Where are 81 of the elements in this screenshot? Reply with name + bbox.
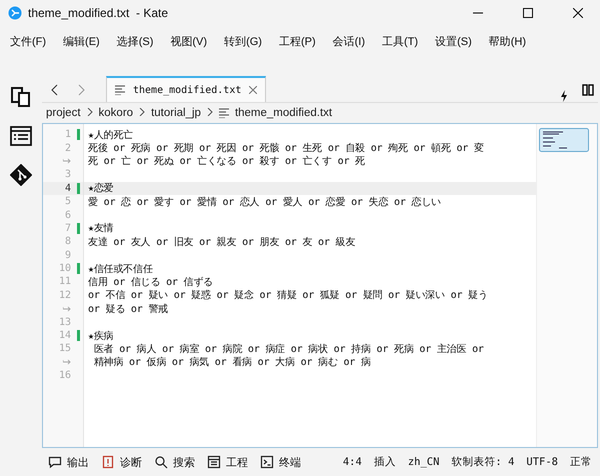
- line-number: 12: [58, 290, 71, 301]
- file-tab[interactable]: theme_modified.txt: [106, 76, 266, 102]
- toolview-button[interactable]: 工程: [207, 454, 248, 470]
- lightning-icon[interactable]: [560, 90, 568, 102]
- toolview-button[interactable]: 终端: [260, 454, 301, 470]
- chevron-icon: [139, 107, 146, 119]
- chevron-right-icon: [78, 84, 86, 96]
- search-icon: [154, 455, 168, 469]
- line-number: 10: [58, 263, 71, 274]
- minimap-viewport[interactable]: [539, 128, 589, 152]
- status-item[interactable]: 插入: [374, 455, 396, 469]
- code-line: 友達 or 友人 or 旧友 or 親友 or 朋友 or 友 or 級友: [88, 236, 356, 249]
- menu-item[interactable]: 视图(V): [164, 34, 214, 48]
- code-line: 信用 or 信じる or 信ずる: [88, 276, 213, 289]
- text-file-icon: [115, 85, 125, 95]
- line-number: 3: [64, 169, 71, 180]
- line-number: 9: [64, 250, 71, 261]
- line-number: 14: [58, 330, 71, 342]
- menu-item[interactable]: 编辑(E): [57, 34, 106, 48]
- menu-item[interactable]: 设置(S): [429, 34, 478, 48]
- line-number: 2: [64, 142, 71, 154]
- code-line: ★友情: [88, 222, 114, 236]
- toolview-button[interactable]: 输出: [48, 454, 89, 470]
- line-number: 16: [58, 370, 71, 382]
- status-item[interactable]: 4:4: [342, 456, 362, 468]
- app-logo-icon: [8, 6, 22, 20]
- chevron-left-icon: [50, 84, 58, 96]
- menu-item[interactable]: 选择(S): [110, 34, 160, 48]
- chevron-icon: [206, 107, 213, 119]
- code-line: or 不信 or 疑い or 疑惑 or 疑念 or 猜疑 or 狐疑 or 疑問 or 疑い深い or 疑う: [88, 288, 488, 302]
- breadcrumb-item[interactable]: project: [46, 107, 81, 119]
- code-line: 死 or 亡 or 死ぬ or 亡くなる or 殺す or 亡くす or 死: [88, 154, 365, 168]
- close-icon[interactable]: [249, 86, 258, 94]
- line-number: 13: [58, 316, 71, 328]
- code-line: ★疾病: [88, 330, 114, 343]
- code-line: 愛 or 恋 or 愛す or 愛情 or 恋人 or 愛人 or 恋愛 or 失恋 or 恋しい: [88, 196, 441, 209]
- status-item[interactable]: 软制表符: 4: [451, 455, 514, 469]
- wrap-icon: [63, 158, 71, 164]
- line-number: 1: [64, 129, 71, 140]
- toolview-button[interactable]: 搜索: [154, 454, 195, 470]
- menu-item[interactable]: 会话(I): [326, 34, 372, 48]
- menu-item[interactable]: 转到(G): [218, 34, 268, 48]
- comment-icon: [48, 455, 62, 469]
- text-file-icon: [218, 108, 229, 118]
- breadcrumb-item[interactable]: kokoro: [98, 107, 134, 119]
- close-icon: [573, 8, 583, 18]
- documents-icon[interactable]: [10, 86, 32, 108]
- menu-item[interactable]: 文件(F): [4, 34, 52, 48]
- status-item[interactable]: zh_CN: [408, 456, 440, 468]
- code-line: 医者 or 病人 or 病室 or 病院 or 病症 or 病状 or 持病 or 死病 or 主治医 or: [92, 342, 484, 356]
- wrap-icon: [63, 359, 71, 366]
- terminal-icon: [260, 455, 274, 469]
- code-line: 精神病 or 仮病 or 病気 or 看病 or 大病 or 病む or 病: [92, 356, 371, 370]
- status-item[interactable]: 正常: [570, 455, 592, 469]
- line-number: 7: [64, 222, 71, 234]
- maximize-icon: [523, 8, 533, 18]
- line-number: 15: [58, 343, 71, 354]
- menu-item[interactable]: 工具(T): [376, 34, 424, 48]
- window-title: theme_modified.txt - Kate: [28, 6, 170, 20]
- breadcrumb-item[interactable]: theme_modified.txt: [234, 107, 332, 119]
- status-item[interactable]: UTF-8: [526, 456, 558, 468]
- list-icon: [207, 455, 221, 469]
- chevron-icon: [86, 107, 93, 119]
- menu-item[interactable]: 帮助(H): [482, 34, 532, 48]
- line-number: 5: [64, 196, 71, 208]
- code-line: ★恋爱: [88, 182, 114, 196]
- split-view-icon[interactable]: [582, 84, 594, 96]
- wrap-icon: [63, 306, 71, 312]
- line-number: 4: [64, 182, 71, 194]
- code-line: ★人的死亡: [88, 128, 134, 142]
- toolview-button[interactable]: 诊断: [101, 454, 142, 470]
- breadcrumb-item[interactable]: tutorial_jp: [151, 107, 201, 119]
- code-line: or 疑る or 警戒: [88, 302, 168, 316]
- line-number: 6: [64, 210, 71, 221]
- warning-icon: [101, 455, 115, 469]
- code-line: 死後 or 死病 or 死期 or 死因 or 死骸 or 生死 or 自殺 or 殉死 or 頓死 or 変: [88, 142, 484, 156]
- line-number: 11: [58, 276, 71, 288]
- list-icon[interactable]: [10, 126, 32, 146]
- code-line: ★信任或不信任: [88, 262, 153, 276]
- menu-item[interactable]: 工程(P): [272, 34, 322, 48]
- line-number: 8: [64, 236, 71, 248]
